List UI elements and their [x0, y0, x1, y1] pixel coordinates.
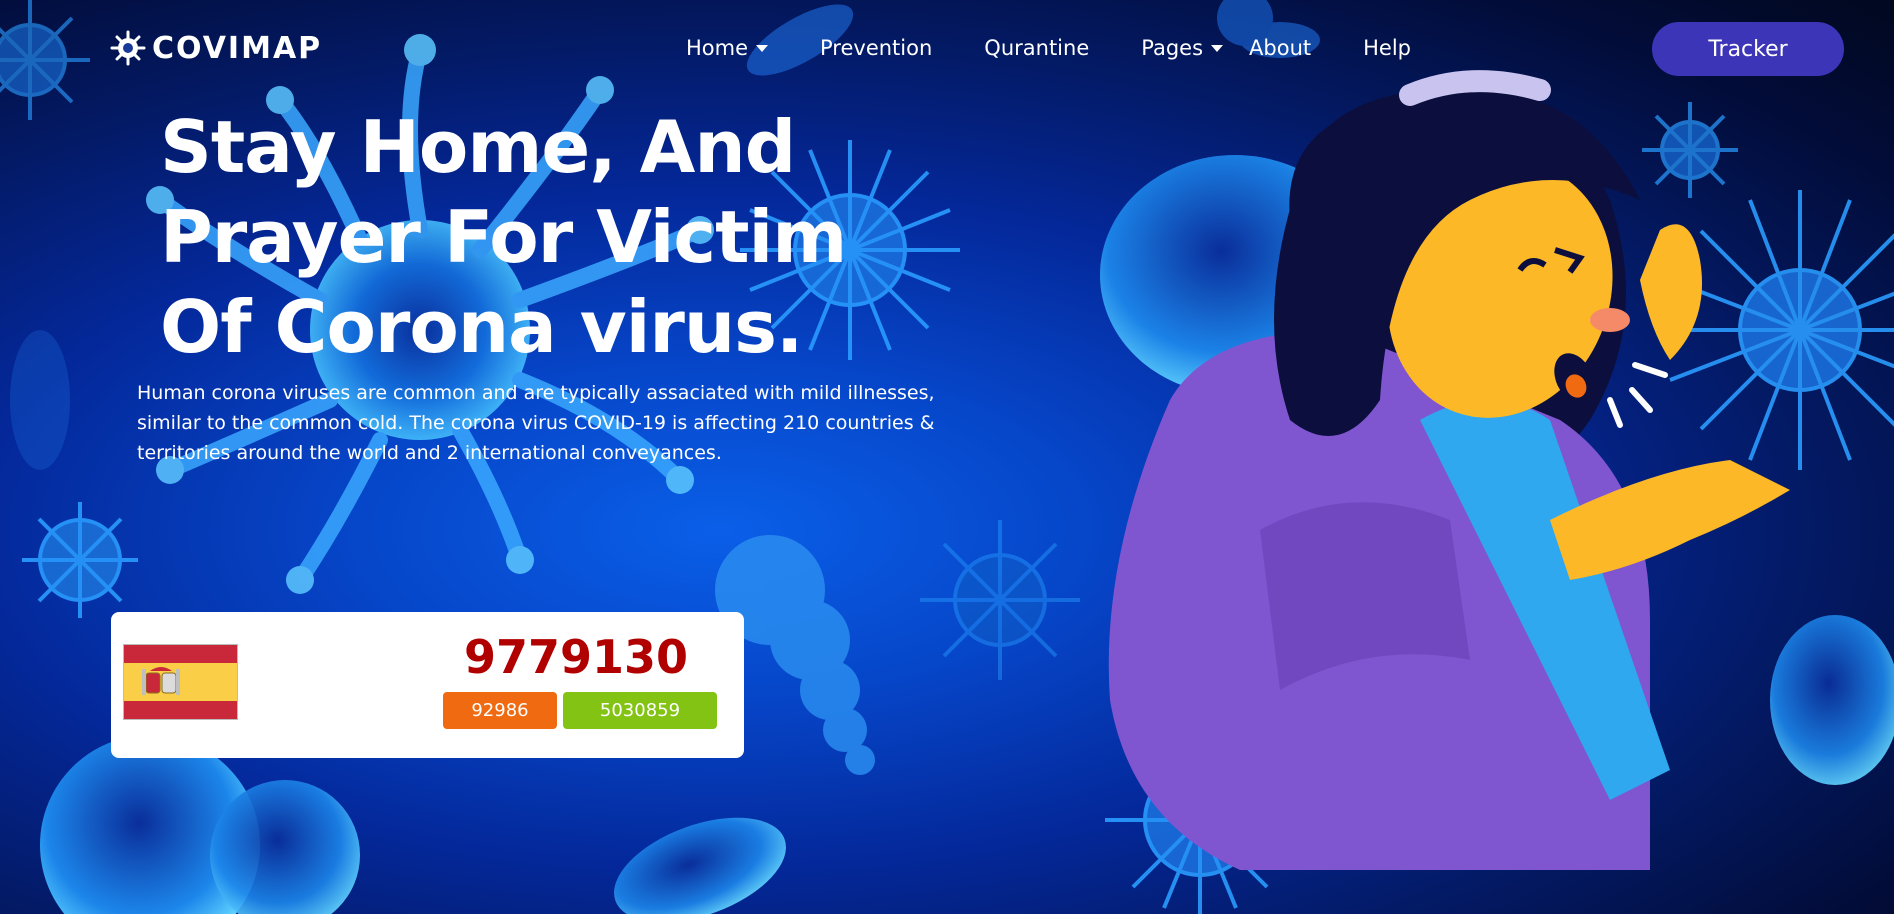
- main-navigation: Home Prevention Qurantine Pages About He…: [686, 36, 1463, 60]
- nav-pages-label: Pages: [1141, 36, 1204, 60]
- total-cases-count: 9779130: [463, 630, 689, 684]
- virus-icon: [110, 30, 146, 66]
- hero-title-line: Stay Home, And: [160, 105, 796, 189]
- nav-help[interactable]: Help: [1363, 36, 1411, 60]
- brand-logo[interactable]: COVIMAP: [110, 30, 322, 66]
- sick-woman-illustration: [1108, 70, 1790, 870]
- nav-quarantine-label: Qurantine: [984, 36, 1090, 60]
- tracker-button[interactable]: Tracker: [1652, 22, 1844, 76]
- nav-pages[interactable]: Pages: [1141, 36, 1224, 60]
- recovered-badge: 5030859: [563, 692, 717, 729]
- brand-name: COVIMAP: [152, 30, 323, 66]
- hero-description: Human corona viruses are common and are …: [137, 382, 935, 464]
- deaths-badge: 92986: [443, 692, 557, 729]
- nav-about[interactable]: About: [1249, 36, 1311, 60]
- hero-title-line: Of Corona virus.: [160, 285, 803, 369]
- nav-home-label: Home: [686, 36, 749, 60]
- nav-home[interactable]: Home: [686, 36, 769, 60]
- country-stats-card: 9779130 92986 5030859: [111, 612, 744, 758]
- hero-title-line: Prayer For Victim: [160, 195, 847, 279]
- caret-down-icon: [1211, 44, 1224, 52]
- caret-down-icon: [756, 44, 769, 52]
- nav-about-label: About: [1249, 36, 1312, 60]
- nav-prevention-label: Prevention: [820, 36, 933, 60]
- nav-quarantine[interactable]: Qurantine: [984, 36, 1089, 60]
- spain-flag: [123, 644, 238, 720]
- hero-title: Stay Home, And Prayer For Victim Of Coro…: [160, 102, 920, 372]
- nav-prevention[interactable]: Prevention: [820, 36, 932, 60]
- nav-help-label: Help: [1363, 36, 1412, 60]
